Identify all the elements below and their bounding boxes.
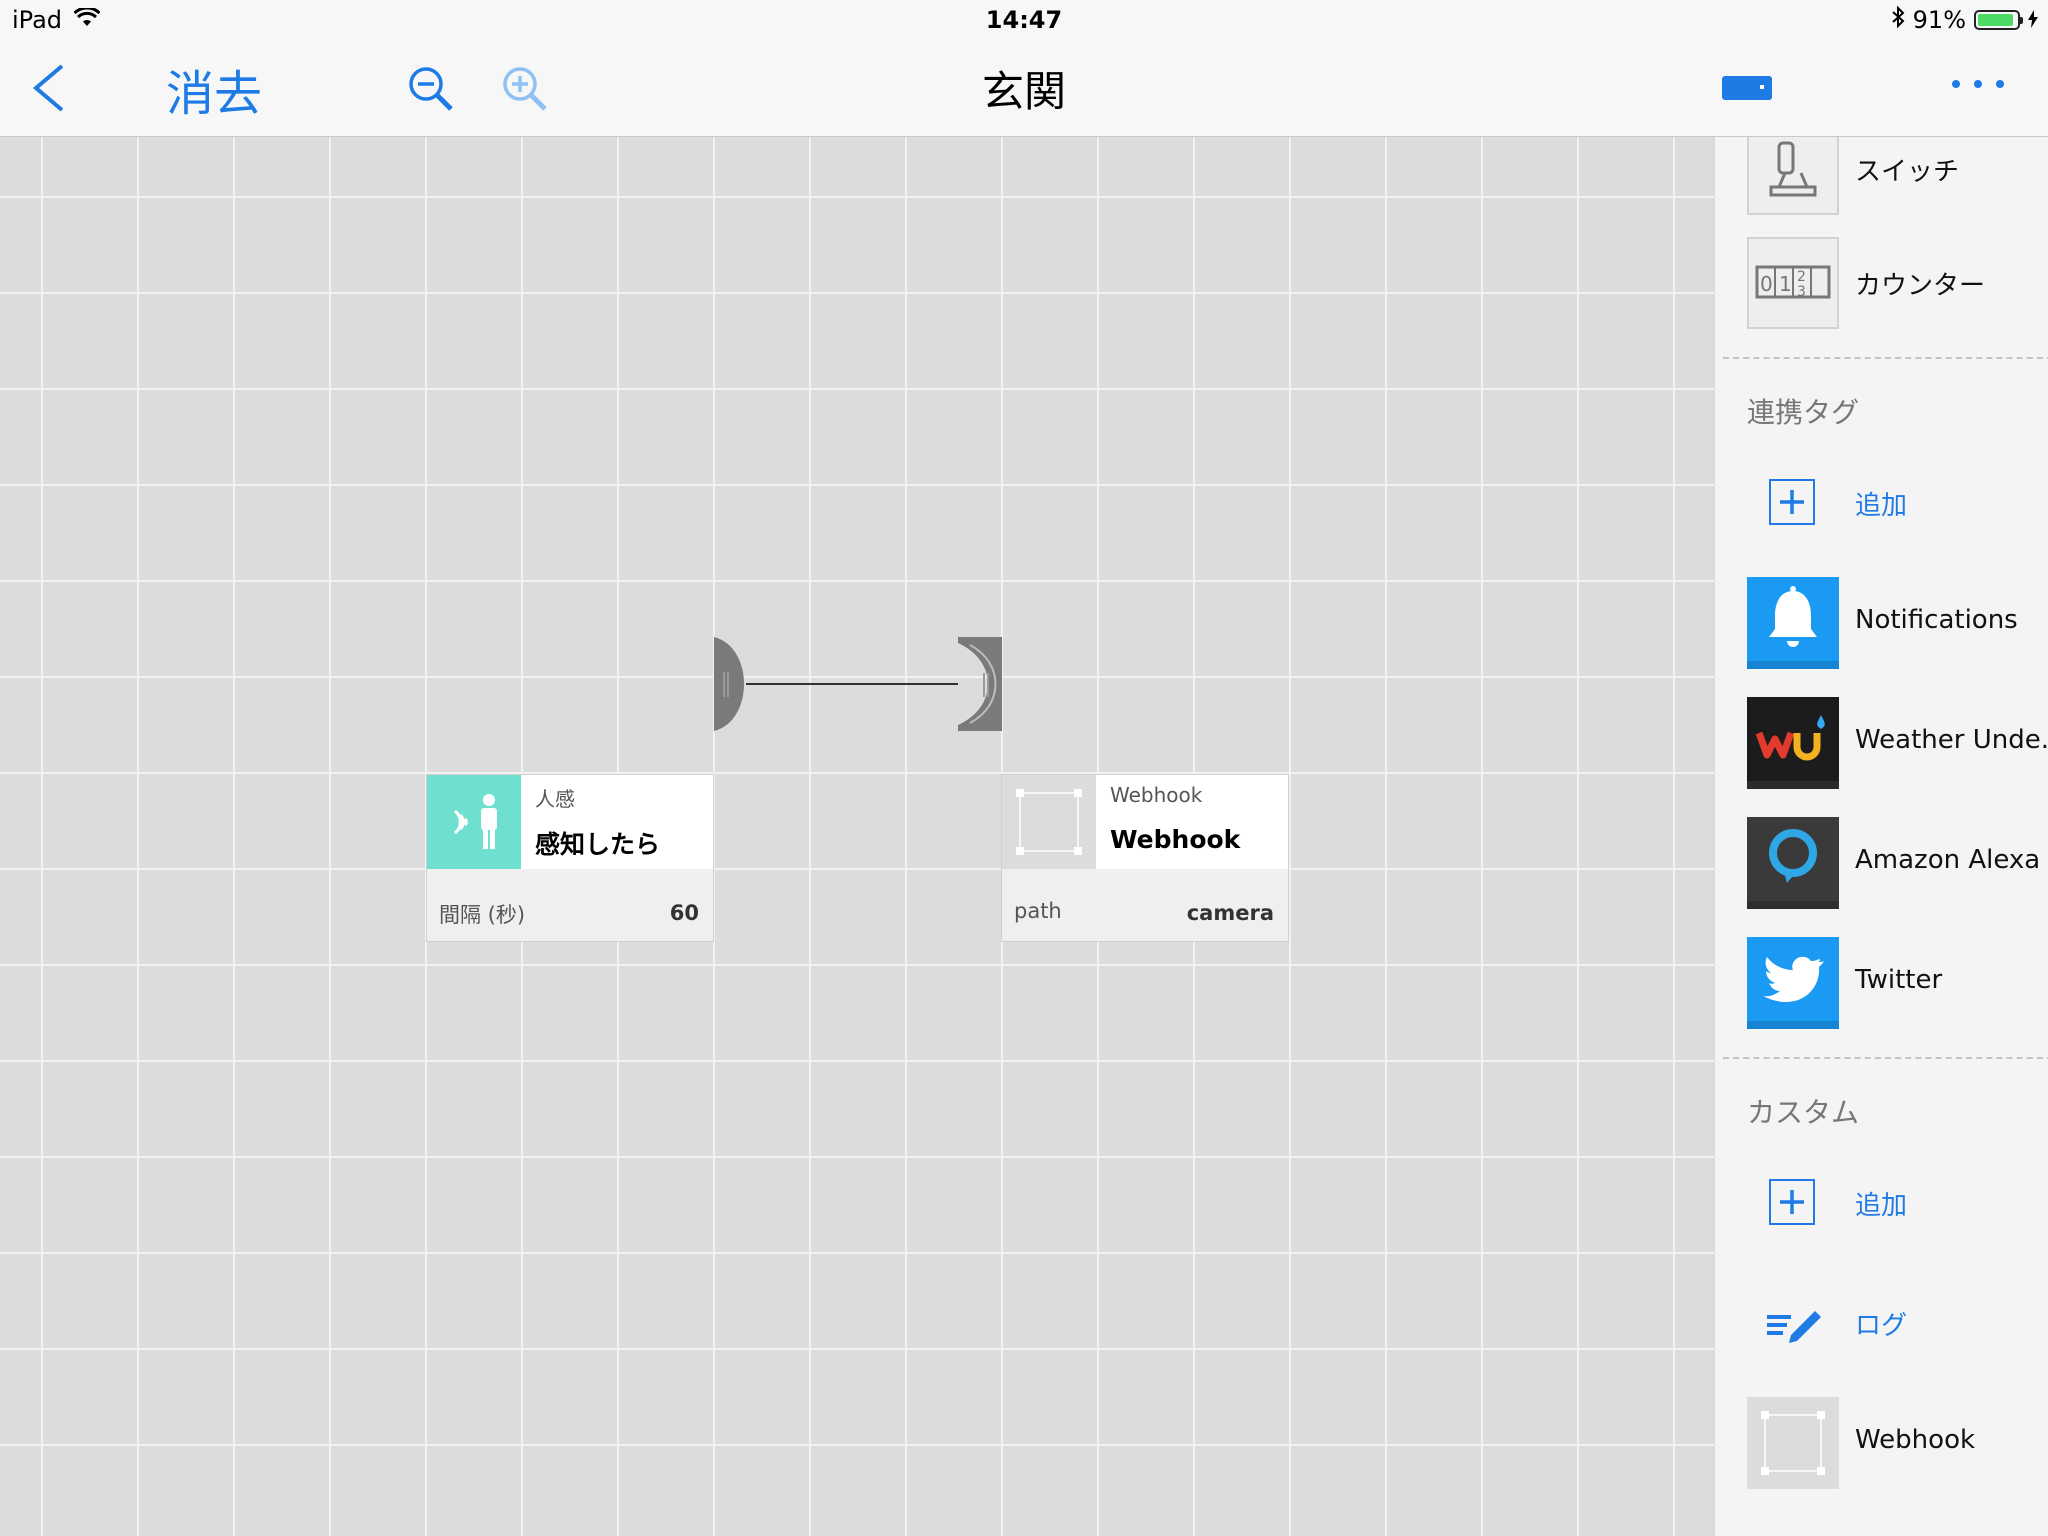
twitter-bird-icon <box>1763 956 1824 1003</box>
sidebar-item-icon-box <box>1747 697 1839 789</box>
section-title-custom: カスタム <box>1747 1096 1860 1129</box>
sidebar-item-notifications[interactable]: Notifications <box>1715 577 2048 669</box>
counter-icon: 0 1 2 3 <box>1755 265 1831 300</box>
sidebar-item-label: Twitter <box>1855 965 1943 995</box>
node-icon-box <box>427 775 521 869</box>
webhook-icon <box>1761 1411 1825 1475</box>
counter-digit: 1 <box>1779 272 1792 296</box>
node-param-value[interactable]: camera <box>1187 901 1274 925</box>
counter-digit: 3 <box>1797 284 1806 300</box>
clear-button[interactable]: 消去 <box>166 54 262 124</box>
back-chevron-icon <box>32 64 64 112</box>
sidebar-item-icon-box: 0 1 2 3 <box>1747 237 1839 329</box>
zoom-out-icon <box>409 67 453 111</box>
sidebar-item-twitter[interactable]: Twitter <box>1715 937 2048 1029</box>
node-category: 人感 <box>535 787 575 811</box>
sidebar-item-icon-box <box>1747 937 1839 1029</box>
add-label: 追加 <box>1855 491 1908 521</box>
linked-add-button[interactable]: 追加 <box>1715 457 2048 549</box>
tag-palette-sidebar[interactable]: スイッチ 0 1 2 3 カウンター 連携タグ 追加 Notifications… <box>1714 137 2048 1536</box>
more-icon <box>1952 80 2004 88</box>
zoom-in-icon <box>503 67 547 111</box>
zoom-out-button[interactable] <box>406 64 456 114</box>
section-divider <box>1723 357 2048 359</box>
charging-icon <box>2028 6 2038 34</box>
webhook-icon <box>1016 789 1082 855</box>
input-port-connector <box>958 637 1002 731</box>
add-label: 追加 <box>1855 1191 1908 1221</box>
sidebar-item-webhook[interactable]: Webhook <box>1715 1397 2048 1489</box>
bell-icon <box>1769 586 1817 647</box>
sidebar-item-icon-box <box>1747 137 1839 215</box>
input-port[interactable] <box>958 637 1002 731</box>
device-icon <box>1722 76 1772 100</box>
sidebar-item-icon-box <box>1747 1397 1839 1489</box>
connection-wire[interactable] <box>746 683 958 685</box>
counter-digit: 0 <box>1760 272 1773 296</box>
plus-icon <box>1769 1179 1815 1225</box>
log-pencil-icon <box>1747 1277 1839 1369</box>
sidebar-item-amazon-alexa[interactable]: Amazon Alexa <box>1715 817 2048 909</box>
back-button[interactable] <box>30 58 80 118</box>
output-port-connector <box>714 637 744 731</box>
custom-add-button[interactable]: 追加 <box>1715 1157 2048 1249</box>
battery-percent: 91% <box>1912 6 1966 34</box>
navigation-bar: 消去 玄関 <box>0 40 2048 137</box>
switch-icon <box>1769 141 1817 197</box>
node-param-label: 間隔 (秒) <box>439 903 526 927</box>
sidebar-item-weather-underground[interactable]: Weather Unde... <box>1715 697 2048 789</box>
sidebar-item-label: Notifications <box>1855 605 2018 635</box>
plus-icon <box>1769 479 1815 525</box>
node-icon-box <box>1002 775 1096 869</box>
motion-sensor-icon <box>453 794 497 849</box>
status-time: 14:47 <box>985 6 1063 34</box>
sidebar-item-icon-box <box>1747 577 1839 669</box>
sidebar-item-label: Weather Unde... <box>1855 725 2048 755</box>
sidebar-item-label: カウンター <box>1855 271 1986 301</box>
weather-underground-icon <box>1755 715 1825 761</box>
sidebar-item-label: Amazon Alexa <box>1855 845 2041 875</box>
status-bar: iPad 14:47 91% <box>0 0 2048 40</box>
node-param-value[interactable]: 60 <box>670 901 699 925</box>
sidebar-item-counter[interactable]: 0 1 2 3 カウンター <box>1715 237 2048 329</box>
output-port[interactable] <box>714 637 748 731</box>
webhook-node[interactable]: Webhook Webhook path camera <box>1001 774 1289 942</box>
sidebar-item-icon-box <box>1747 817 1839 909</box>
flow-canvas[interactable] <box>0 137 1714 1536</box>
motion-sensor-node[interactable]: 人感 感知したら 間隔 (秒) 60 <box>426 774 714 942</box>
section-title-linked: 連携タグ <box>1747 396 1860 429</box>
node-param-label: path <box>1014 899 1062 923</box>
sidebar-item-label: Webhook <box>1855 1425 1976 1455</box>
sidebar-item-label: スイッチ <box>1855 157 1960 187</box>
zoom-in-button[interactable] <box>500 64 550 114</box>
node-name: Webhook <box>1110 825 1241 854</box>
sidebar-item-switch[interactable]: スイッチ <box>1715 137 2048 215</box>
battery-icon <box>1974 10 2023 30</box>
sidebar-item-log[interactable]: ログ <box>1715 1277 2048 1369</box>
section-divider <box>1723 1057 2048 1059</box>
status-right: 91% <box>1891 5 2038 34</box>
alexa-icon <box>1769 829 1817 883</box>
bluetooth-icon <box>1891 5 1905 34</box>
battery-fill <box>1978 14 2013 26</box>
node-name: 感知したら <box>535 830 661 859</box>
sidebar-item-label: ログ <box>1855 1311 1908 1341</box>
node-category: Webhook <box>1110 783 1203 807</box>
device-button[interactable] <box>1722 76 1772 102</box>
counter-digit: 2 <box>1797 269 1806 285</box>
more-button[interactable] <box>1948 72 2008 96</box>
